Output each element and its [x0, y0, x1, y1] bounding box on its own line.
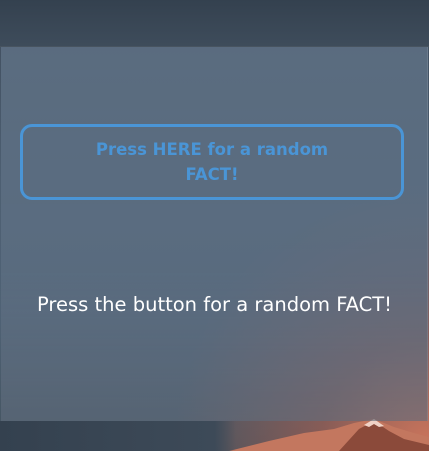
top-bar [0, 0, 429, 47]
app-panel [1, 47, 428, 421]
fact-display-text: Press the button for a random FACT! [37, 293, 392, 316]
bottom-bar [0, 421, 429, 451]
random-fact-button[interactable]: Press HERE for a random FACT! [20, 124, 404, 200]
random-fact-button-label: Press HERE for a random FACT! [95, 140, 329, 184]
